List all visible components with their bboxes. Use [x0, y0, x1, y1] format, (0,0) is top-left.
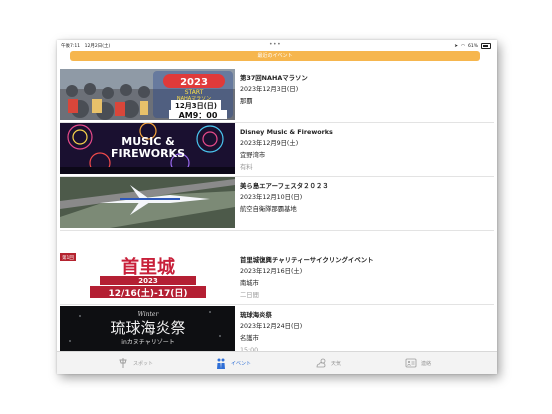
event-row[interactable]: 2023 START NAHAマラソン 12月3日(日) AM9：00 第37回… [60, 69, 494, 123]
event-title: 琉球海炎祭 [240, 311, 272, 319]
event-thumbnail: MUSIC & FIREWORKS [60, 123, 235, 174]
event-title: Disney Music & Fireworks [240, 128, 333, 136]
tab-weather[interactable]: 天気 [315, 357, 341, 369]
event-info: 第37回NAHAマラソン 2023年12月3日(日) 那覇 [240, 72, 308, 108]
event-title: 首里城復興チャリティーサイクリングイベント [240, 256, 374, 264]
event-date: 2023年12月9日(土) [240, 140, 299, 147]
tab-label: スポット [133, 360, 154, 367]
pin-icon [119, 358, 127, 368]
event-extra: 有料 [240, 164, 253, 171]
event-thumbnail: Winter 琉球海炎祭 inカヌチャリゾート [60, 306, 235, 351]
multitask-dots[interactable]: ••• [269, 41, 281, 48]
tab-event[interactable]: イベント [215, 357, 251, 369]
thumb-line2: FIREWORKS [111, 147, 185, 160]
event-thumbnail [60, 177, 235, 228]
thumb-time: AM9：00 [179, 111, 218, 120]
thumb-name: 琉球海炎祭 [110, 319, 185, 337]
event-date: 2023年12月16日(土) [240, 268, 303, 275]
tab-label: 天気 [331, 360, 342, 367]
event-info: 首里城復興チャリティーサイクリングイベント 2023年12月16日(土) 南城市… [240, 254, 374, 302]
location-icon: ➤ [454, 43, 459, 49]
event-place: 南城市 [240, 280, 259, 287]
event-date: 2023年12月10日(日) [240, 194, 303, 201]
cloud-sun-icon [316, 358, 326, 368]
event-info: Disney Music & Fireworks 2023年12月9日(土) 宜… [240, 126, 333, 174]
tab-contact[interactable]: 連絡 [405, 357, 431, 369]
event-place: 宜野湾市 [240, 152, 266, 159]
status-time: 午後7:11 12月2日(土) [61, 44, 111, 49]
thumb-winter: Winter [138, 311, 160, 318]
thumb-badge: 第1回 [62, 254, 74, 261]
event-title: 美ら島エアーフェスタ２０２３ [240, 182, 329, 190]
thumb-sub: inカヌチャリゾート [121, 339, 174, 346]
event-date: 2023年12月3日(日) [240, 86, 299, 93]
event-row[interactable]: 美ら島エアーフェスタ２０２３ 2023年12月10日(日) 航空自衛隊那覇基地 [60, 177, 494, 231]
thumb-name: 首里城 [121, 256, 175, 278]
thumb-dates: 12/16(土)-17(日) [108, 287, 187, 299]
thumb-year: 2023 [138, 277, 158, 285]
event-place: 名護市 [240, 335, 259, 342]
event-info: 美ら島エアーフェスタ２０２３ 2023年12月10日(日) 航空自衛隊那覇基地 [240, 180, 329, 216]
section-header: 最近のイベント [70, 51, 480, 61]
event-info: 琉球海炎祭 2023年12月24日(日) 名護市 15:00 [240, 309, 302, 357]
event-place: 那覇 [240, 98, 253, 105]
thumb-year: 2023 [180, 77, 208, 88]
tab-bar: スポット イベント 天気 連絡 [57, 351, 497, 374]
event-row[interactable]: MUSIC & FIREWORKS Disney Music & Firewor… [60, 123, 494, 177]
tab-label: 連絡 [421, 360, 432, 367]
event-row[interactable]: Winter 琉球海炎祭 inカヌチャリゾート 琉球海炎祭 2023年12月24… [60, 306, 494, 354]
event-thumbnail: 第1回 首里城 2023 12/16(土)-17(日) [60, 251, 235, 302]
tab-spot[interactable]: スポット [117, 357, 153, 369]
event-title: 第37回NAHAマラソン [240, 74, 308, 82]
battery-percent: 61% [467, 43, 478, 49]
wifi-icon: ◠ [461, 43, 465, 49]
event-row[interactable]: 第1回 首里城 2023 12/16(土)-17(日) 首里城復興チャリティーサ… [60, 251, 494, 305]
event-extra: 二日間 [240, 292, 259, 299]
app-window: 午後7:11 12月2日(土) ••• ➤ ◠ 61% 最近のイベント 2023… [57, 40, 497, 374]
people-icon [217, 358, 225, 369]
event-thumbnail: 2023 START NAHAマラソン 12月3日(日) AM9：00 [60, 69, 235, 120]
battery-icon [481, 43, 491, 49]
status-bar: 午後7:11 12月2日(土) ••• ➤ ◠ 61% [57, 40, 497, 50]
event-place: 航空自衛隊那覇基地 [240, 206, 297, 213]
thumb-date: 12月3日(日) [175, 102, 217, 110]
contact-card-icon [405, 358, 417, 368]
thumb-start: START [185, 89, 204, 96]
tab-label: イベント [231, 360, 252, 367]
status-right: ➤ ◠ 61% [454, 43, 491, 49]
event-date: 2023年12月24日(日) [240, 323, 303, 330]
